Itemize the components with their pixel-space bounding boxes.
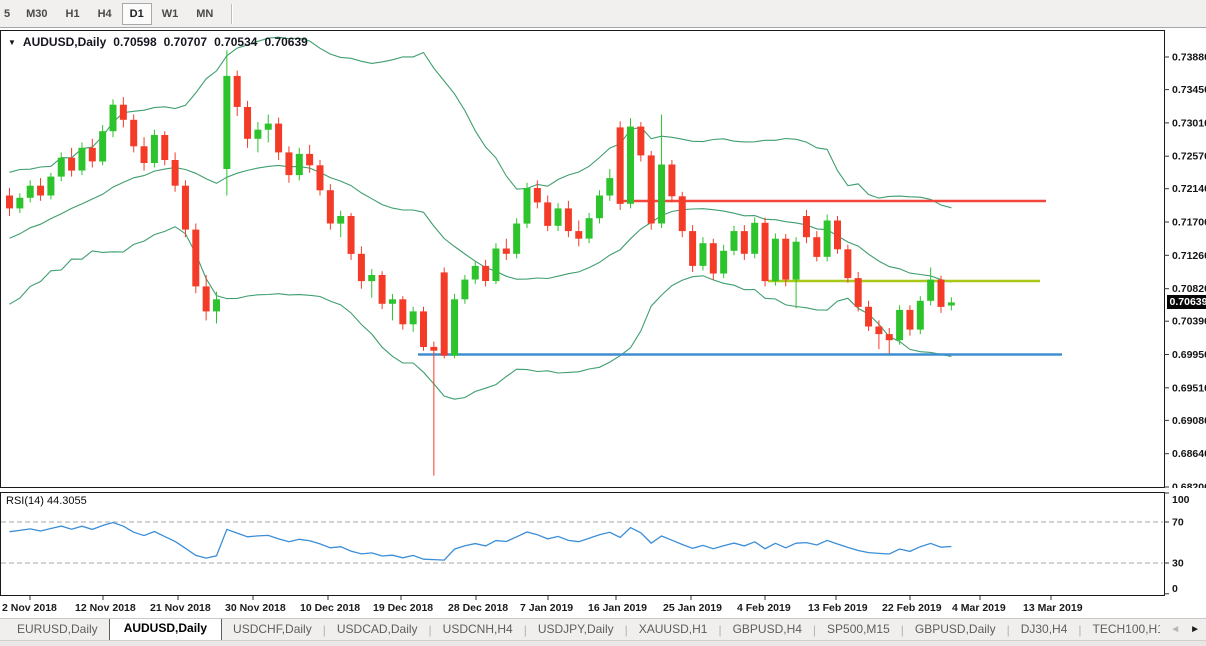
tab-usdchf-daily[interactable]: USDCHF,Daily — [222, 619, 323, 640]
price-axis-label: 0.71260 — [1172, 250, 1206, 262]
timeframe-button-h4[interactable]: H4 — [90, 3, 120, 25]
price-axis-label: 0.69510 — [1172, 382, 1206, 394]
rsi-axis-label: 100 — [1172, 494, 1190, 506]
ohlc-open: 0.70598 — [113, 35, 156, 49]
date-axis-label: 10 Dec 2018 — [300, 602, 360, 614]
ohlc-close: 0.70639 — [264, 35, 307, 49]
date-axis-label: 4 Mar 2019 — [952, 602, 1006, 614]
timeframe-button-m30[interactable]: M30 — [18, 3, 55, 25]
date-axis-label: 13 Feb 2019 — [808, 602, 868, 614]
date-axis-label: 13 Mar 2019 — [1023, 602, 1083, 614]
date-axis-label: 25 Jan 2019 — [663, 602, 722, 614]
ohlc-low: 0.70534 — [214, 35, 257, 49]
timeframe-button-d1[interactable]: D1 — [122, 3, 152, 25]
date-axis-label: 16 Jan 2019 — [588, 602, 647, 614]
price-axis-label: 0.68200 — [1172, 482, 1206, 489]
chart-title: ▼ AUDUSD,Daily 0.70598 0.70707 0.70534 0… — [8, 35, 308, 49]
rsi-axis-label: 0 — [1172, 583, 1178, 595]
trading-terminal-window: 5M30H1H4D1W1MN 0.73880 0.73450 0.73010 0.72… — [0, 0, 1206, 646]
price-axis-label: 0.69080 — [1172, 415, 1206, 427]
rsi-indicator-label: RSI(14) 44.3055 — [6, 495, 87, 507]
rsi-axis-label: 30 — [1172, 558, 1184, 570]
tab-usdjpy-daily[interactable]: USDJPY,Daily — [527, 619, 625, 640]
tab-usdcnh-h4[interactable]: USDCNH,H4 — [432, 619, 524, 640]
date-axis-label: 22 Feb 2019 — [882, 602, 942, 614]
ohlc-high: 0.70707 — [164, 35, 207, 49]
date-axis-label: 19 Dec 2018 — [373, 602, 433, 614]
chart-symbol-label: AUDUSD,Daily — [23, 35, 106, 49]
tab-xauusd-h1[interactable]: XAUUSD,H1 — [628, 619, 719, 640]
price-axis-label: 0.73450 — [1172, 84, 1206, 96]
tab-scroll-right-icon[interactable]: ► — [1190, 624, 1200, 635]
timeframe-toolbar: 5M30H1H4D1W1MN — [0, 0, 1206, 28]
date-axis-label: 21 Nov 2018 — [150, 602, 211, 614]
tab-scroll-left-icon[interactable]: ◄ — [1170, 624, 1180, 635]
main-chart-canvas[interactable]: 0.73880 0.73450 0.73010 0.72570 0.72140 0.717… — [0, 30, 1206, 488]
symbol-tab-bar: EURUSD,DailyAUDUSD,DailyUSDCHF,Daily|USD… — [0, 618, 1206, 640]
price-axis-label: 0.72140 — [1172, 183, 1206, 195]
date-axis-label: 12 Nov 2018 — [75, 602, 136, 614]
tab-eurusd-daily[interactable]: EURUSD,Daily — [6, 619, 109, 640]
tab-scroll-arrows: ◄ ► — [1160, 619, 1206, 639]
tab-usdcad-daily[interactable]: USDCAD,Daily — [326, 619, 429, 640]
price-axis-label: 0.71700 — [1172, 217, 1206, 229]
timeframe-button-mn[interactable]: MN — [188, 3, 221, 25]
chart-window: 0.73880 0.73450 0.73010 0.72570 0.72140 0.717… — [0, 28, 1206, 618]
chart-dropdown-marker-icon: ▼ — [8, 38, 16, 47]
timeframe-button-w1[interactable]: W1 — [154, 3, 187, 25]
rsi-axis-label: 70 — [1172, 517, 1184, 529]
tab-gbpusd-h4[interactable]: GBPUSD,H4 — [722, 619, 813, 640]
window-bottom-strip — [0, 640, 1206, 646]
price-axis-label: 0.70820 — [1172, 283, 1206, 295]
date-axis-label: 7 Jan 2019 — [520, 602, 573, 614]
price-axis-label: 0.69950 — [1172, 349, 1206, 361]
tab-dj30-h4[interactable]: DJ30,H4 — [1010, 619, 1079, 640]
price-axis-label: 0.73010 — [1172, 117, 1206, 129]
price-axis-label: 0.72570 — [1172, 151, 1206, 163]
timeframe-button-5[interactable]: 5 — [0, 3, 16, 25]
price-axis-label: 0.70390 — [1172, 316, 1206, 328]
date-axis-label: 2 Nov 2018 — [2, 602, 57, 614]
tab-audusd-daily[interactable]: AUDUSD,Daily — [109, 618, 222, 640]
price-axis-label: 0.73880 — [1172, 52, 1206, 64]
date-axis: 2 Nov 2018 12 Nov 2018 21 Nov 2018 30 Nov 2… — [0, 596, 1206, 618]
date-axis-label: 30 Nov 2018 — [225, 602, 286, 614]
timeframe-button-h1[interactable]: H1 — [58, 3, 88, 25]
rsi-canvas[interactable]: 100 70 30 0 — [0, 492, 1206, 596]
date-axis-label: 28 Dec 2018 — [448, 602, 508, 614]
price-axis-label: 0.68640 — [1172, 448, 1206, 460]
date-axis-label: 4 Feb 2019 — [737, 602, 791, 614]
tab-sp500-m15[interactable]: SP500,M15 — [816, 619, 901, 640]
tab-gbpusd-daily[interactable]: GBPUSD,Daily — [904, 619, 1007, 640]
toolbar-separator — [231, 4, 233, 24]
current-price-tag: 0.70639 — [1167, 295, 1206, 309]
